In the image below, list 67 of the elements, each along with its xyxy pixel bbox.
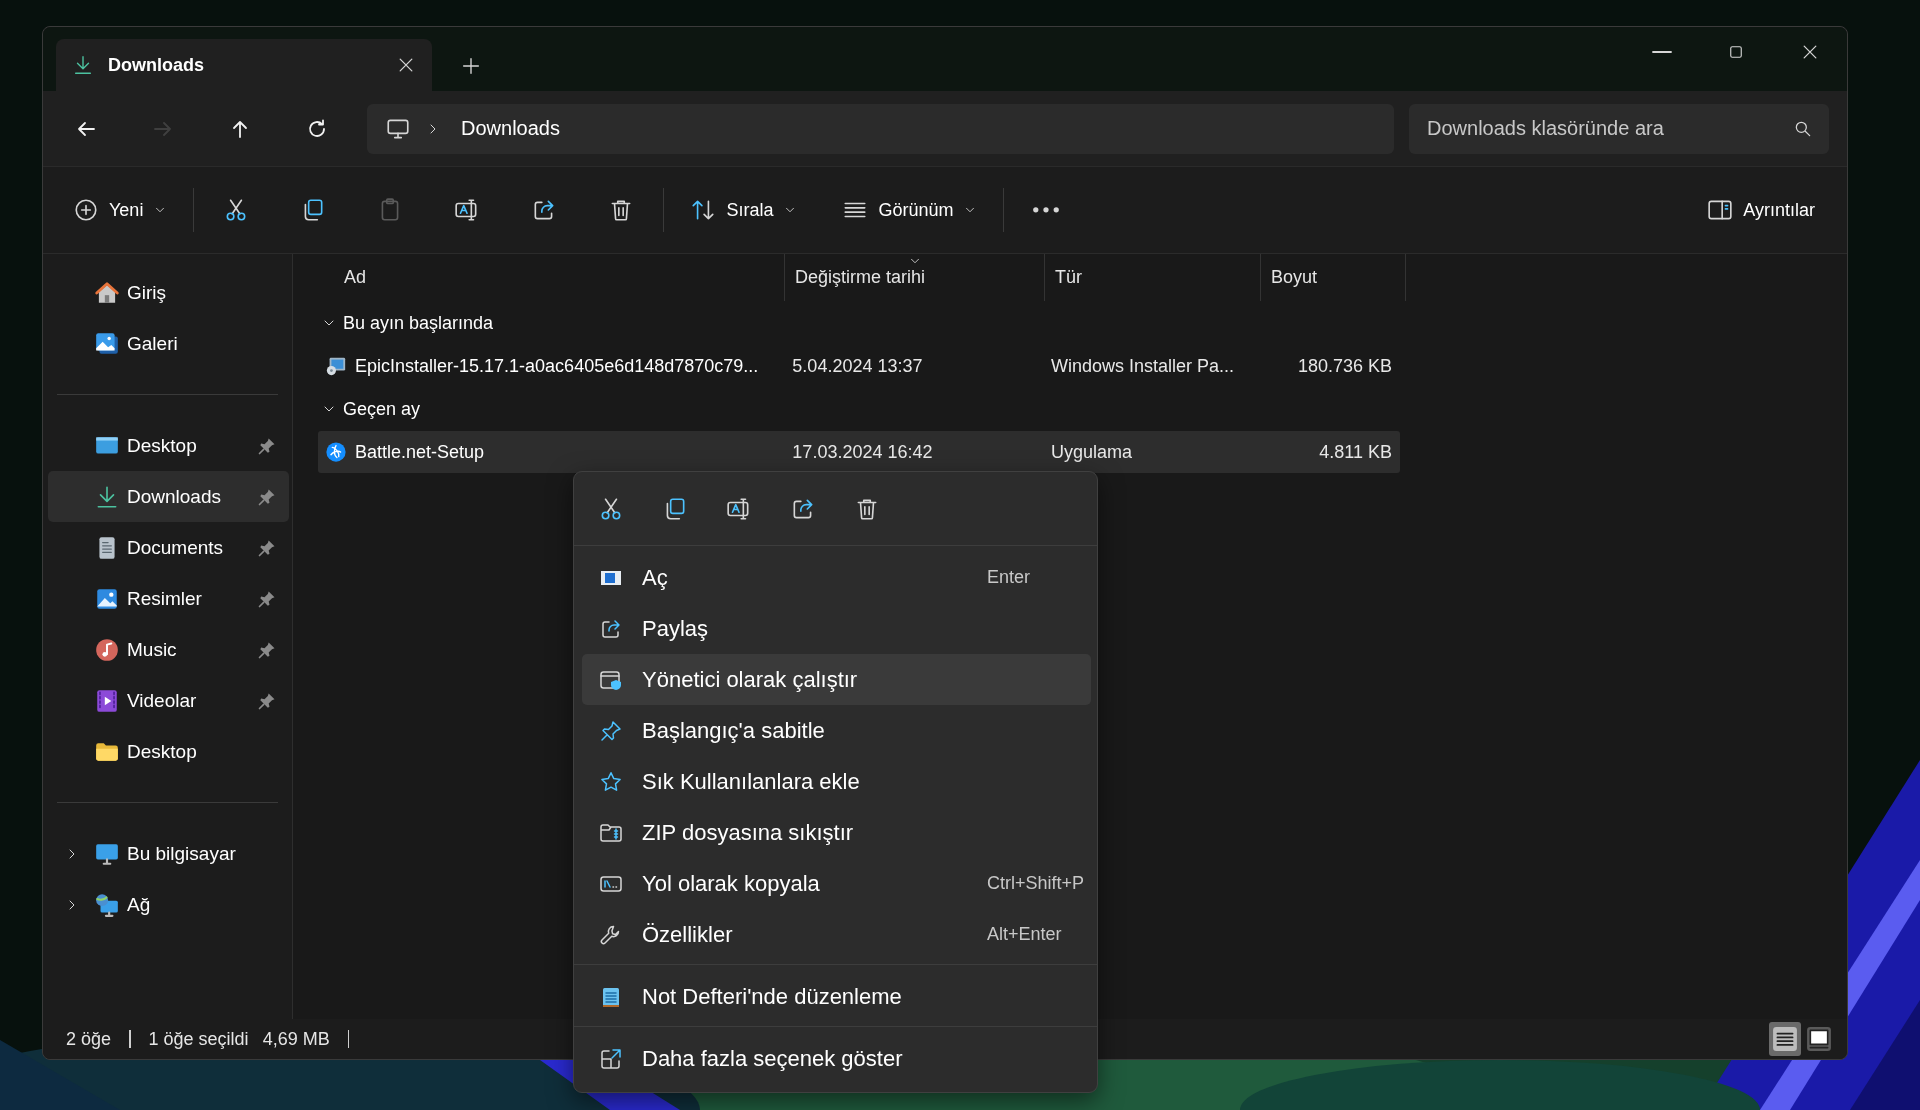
more-icon bbox=[1033, 207, 1060, 213]
plus-circle-icon bbox=[73, 197, 99, 223]
sidebar-item[interactable]: Videolar bbox=[48, 675, 289, 726]
address-bar[interactable]: Downloads bbox=[367, 103, 1394, 154]
view-button[interactable]: Görünüm bbox=[834, 188, 986, 232]
sidebar-item[interactable]: Bu bilgisayar bbox=[48, 828, 289, 879]
sidebar-item[interactable]: Desktop bbox=[48, 420, 289, 471]
sidebar-item[interactable]: Giriş bbox=[48, 267, 289, 318]
video-icon bbox=[94, 687, 120, 714]
file-name: EpicInstaller-15.17.1-a0ac6405e6d148d7870c79... bbox=[355, 355, 759, 377]
details-button[interactable]: Ayrıntılar bbox=[1699, 188, 1827, 232]
table-cell-text: Windows Installer Pa... bbox=[1049, 355, 1235, 377]
sidebar-item[interactable]: Desktop bbox=[48, 726, 289, 777]
menu-item[interactable]: Not Defteri'nde düzenleme bbox=[582, 971, 1091, 1022]
download-arrow-icon bbox=[72, 54, 94, 76]
menu-item[interactable]: Paylaş bbox=[582, 603, 1091, 654]
table-cell-text: 180.736 KB bbox=[1296, 355, 1393, 377]
selection-text: 1 öğe seçildi bbox=[148, 1028, 249, 1050]
menu-item[interactable]: Özellikler Alt+Enter bbox=[582, 909, 1091, 960]
installer-icon bbox=[325, 355, 347, 377]
file-row[interactable]: Battle.net-Setup 17.03.2024 16:42 Uygulama 4.811 KB bbox=[318, 431, 1400, 473]
column-header[interactable]: Ad bbox=[318, 254, 785, 301]
details-view-button[interactable] bbox=[1769, 1022, 1801, 1056]
group-header[interactable]: Geçen ay bbox=[318, 387, 421, 431]
menu-item[interactable]: Daha fazla seçenek göster bbox=[582, 1033, 1091, 1084]
menu-item[interactable]: Yönetici olarak çalıştır bbox=[582, 654, 1091, 705]
table-cell-text: 5.04.2024 13:37 bbox=[791, 355, 924, 377]
column-header[interactable]: Değiştirme tarihi bbox=[785, 254, 1045, 301]
table-cell-text: Uygulama bbox=[1049, 441, 1133, 463]
network-icon bbox=[94, 891, 120, 918]
item-count: 2 öğe bbox=[66, 1028, 112, 1050]
app-icon bbox=[325, 441, 347, 463]
menu-item[interactable]: Sık Kullanılanlara ekle bbox=[582, 756, 1091, 807]
table-cell-text: 4.811 KB bbox=[1318, 441, 1393, 463]
column-header[interactable]: Boyut bbox=[1261, 254, 1406, 301]
menu-item[interactable]: ZIP dosyasına sıkıştır bbox=[582, 807, 1091, 858]
star-icon bbox=[599, 769, 623, 794]
list-icon bbox=[1772, 1026, 1798, 1052]
plus-icon bbox=[460, 55, 482, 77]
pin-icon bbox=[599, 718, 623, 743]
sidebar-item[interactable]: Ağ bbox=[48, 879, 289, 930]
file-name: Battle.net-Setup bbox=[355, 441, 485, 463]
breadcrumb[interactable]: Downloads bbox=[455, 113, 566, 144]
house-icon bbox=[94, 279, 120, 306]
expand-icon bbox=[599, 1046, 623, 1071]
search-field[interactable]: Downloads klasöründe ara bbox=[1409, 103, 1829, 154]
menu-item[interactable]: Başlangıç'a sabitle bbox=[582, 705, 1091, 756]
sidebar-item[interactable]: Resimler bbox=[48, 573, 289, 624]
tab[interactable]: Downloads bbox=[56, 39, 432, 91]
maximize-icon bbox=[1727, 43, 1745, 61]
new-button[interactable]: Yeni bbox=[65, 188, 176, 232]
minimize-icon bbox=[1652, 50, 1672, 53]
sidebar-item[interactable]: Galeri bbox=[48, 318, 289, 369]
group-header[interactable]: Bu ayın başlarında bbox=[318, 301, 494, 345]
size-text: 4,69 MB bbox=[262, 1028, 330, 1050]
preview-icon bbox=[1806, 1026, 1832, 1052]
music-note-icon bbox=[94, 636, 120, 663]
table-cell-text: 17.03.2024 16:42 bbox=[791, 441, 934, 463]
menu-item[interactable]: Yol olarak kopyala Ctrl+Shift+P bbox=[582, 858, 1091, 909]
file-row[interactable]: EpicInstaller-15.17.1-a0ac6405e6d148d7870c79... 5.04.2024 13:37 Windows Installer Pa... 180.736 KB bbox=[318, 345, 1400, 387]
menu-item[interactable]: Aç Enter bbox=[582, 552, 1091, 603]
gallery-icon bbox=[94, 330, 120, 357]
sidebar-item[interactable]: Music bbox=[48, 624, 289, 675]
column-header[interactable]: Tür bbox=[1045, 254, 1261, 301]
sort-button[interactable]: Sırala bbox=[682, 188, 806, 232]
sidebar-item[interactable]: Documents bbox=[48, 522, 289, 573]
sidebar-item[interactable]: Downloads bbox=[48, 471, 289, 522]
